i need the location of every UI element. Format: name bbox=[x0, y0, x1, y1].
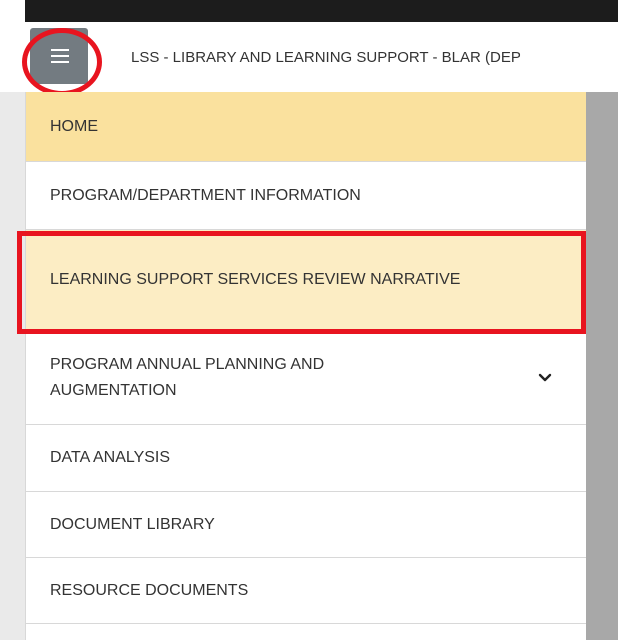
nav-item-program-annual-planning-and-augmentation[interactable]: PROGRAM ANNUAL PLANNING AND AUGMENTATION bbox=[26, 331, 586, 425]
nav-item-program-department-information[interactable]: PROGRAM/DEPARTMENT INFORMATION bbox=[26, 162, 586, 230]
nav-item-label: DATA ANALYSIS bbox=[50, 449, 171, 466]
nav-item-home[interactable]: HOME bbox=[26, 92, 586, 162]
page-overlay bbox=[586, 92, 618, 640]
app-header: LSS - LIBRARY AND LEARNING SUPPORT - BLA… bbox=[25, 22, 618, 93]
nav-item-data-analysis[interactable]: DATA ANALYSIS bbox=[26, 425, 586, 492]
nav-item-learning-support-services-review-narrative[interactable]: LEARNING SUPPORT SERVICES REVIEW NARRATI… bbox=[26, 230, 586, 331]
chevron-down-icon[interactable] bbox=[538, 371, 552, 385]
nav-item-label: DOCUMENT LIBRARY bbox=[50, 515, 215, 533]
nav-item-label: PROGRAM/DEPARTMENT INFORMATION bbox=[50, 186, 361, 204]
side-nav-menu: HOME PROGRAM/DEPARTMENT INFORMATION LEAR… bbox=[25, 92, 586, 640]
menu-button[interactable] bbox=[30, 28, 88, 84]
nav-item-label: HOME bbox=[50, 117, 98, 135]
nav-item-label: RESOURCE DOCUMENTS bbox=[50, 581, 249, 599]
left-gutter bbox=[0, 92, 25, 640]
nav-item-resource-documents[interactable]: RESOURCE DOCUMENTS bbox=[26, 558, 586, 624]
nav-item-label: LEARNING SUPPORT SERVICES REVIEW NARRATI… bbox=[50, 271, 461, 288]
nav-item-label: PROGRAM ANNUAL PLANNING AND AUGMENTATION bbox=[50, 355, 325, 399]
page-title: LSS - LIBRARY AND LEARNING SUPPORT - BLA… bbox=[131, 49, 521, 66]
top-dark-strip bbox=[25, 0, 618, 22]
nav-item-document-library[interactable]: DOCUMENT LIBRARY bbox=[26, 492, 586, 558]
